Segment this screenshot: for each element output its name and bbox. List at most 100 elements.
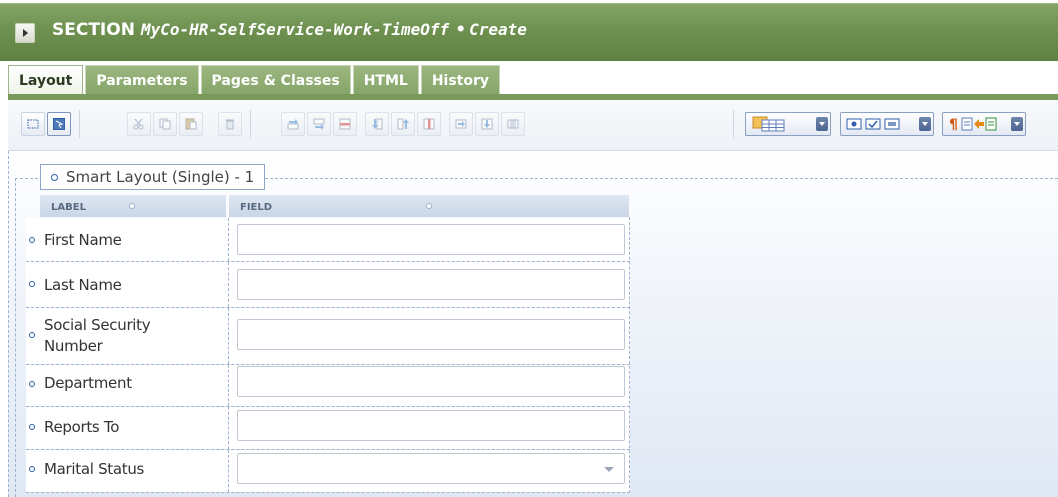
field-label-text: Marital Status [44, 460, 145, 478]
field-cell [229, 450, 630, 492]
smart-layout-title: Smart Layout (Single) - 1 [66, 168, 255, 186]
delete-icon [226, 119, 234, 130]
select-all-icon [53, 118, 65, 130]
rule-type: SECTION [52, 20, 135, 40]
delete-column-icon [423, 118, 435, 130]
field-label-text: Social Security [44, 316, 151, 334]
layout-right-boundary [629, 217, 631, 493]
row-handle[interactable] [26, 218, 41, 261]
field-label: First Name [40, 218, 229, 261]
paste-button[interactable] [179, 112, 203, 136]
row-handle[interactable] [26, 308, 41, 364]
svg-text:¶: ¶ [949, 117, 958, 132]
smart-layout-header[interactable]: Smart Layout (Single) - 1 [40, 164, 266, 190]
reports-to-input[interactable] [237, 410, 625, 441]
row-handle[interactable] [26, 262, 41, 307]
marital-status-select[interactable] [237, 453, 625, 484]
column-handle-icon[interactable] [129, 203, 135, 209]
layout-handle-icon[interactable] [51, 173, 58, 181]
layout-row[interactable]: Reports To [26, 407, 630, 450]
field-cell [229, 262, 630, 307]
field-column-header: FIELD [229, 195, 629, 217]
delete-button[interactable] [218, 112, 242, 136]
field-column-title: FIELD [240, 202, 273, 213]
rule-tabs: Layout Parameters Pages & Classes HTML H… [8, 65, 502, 95]
last-name-input[interactable] [237, 269, 625, 300]
first-name-input[interactable] [237, 224, 625, 255]
insert-row-after-icon [313, 118, 325, 130]
delete-row-button[interactable] [333, 112, 357, 136]
row-handle[interactable] [26, 450, 41, 492]
copy-button[interactable] [153, 112, 177, 136]
layout-row[interactable]: Social Security Number [26, 308, 630, 365]
layout-toolbar: ¶ [8, 100, 1058, 151]
row-handle-icon[interactable] [29, 332, 35, 338]
chevron-down-icon [604, 467, 614, 472]
move-down-icon [481, 118, 493, 130]
rule-header: SECTION MyCo-HR-SelfService-Work-TimeOff •… [0, 0, 1058, 64]
rule-name: MyCo-HR-SelfService-Work-TimeOff [140, 20, 450, 39]
insert-column-before-button[interactable] [365, 112, 389, 136]
tab-html[interactable]: HTML [352, 65, 419, 95]
field-label: Reports To [40, 407, 229, 449]
delete-column-button[interactable] [417, 112, 441, 136]
field-label-text: Department [44, 374, 132, 392]
tab-history[interactable]: History [420, 65, 501, 95]
field-label-text: Number [44, 337, 103, 355]
rule-title: SECTION MyCo-HR-SelfService-Work-TimeOff •… [52, 20, 527, 40]
field-label: Last Name [40, 262, 229, 307]
select-mode-button[interactable] [21, 112, 45, 136]
layout-row[interactable]: Department [26, 365, 630, 407]
basic-controls-dropdown-button[interactable] [840, 112, 934, 136]
row-handle[interactable] [26, 407, 41, 449]
tab-layout[interactable]: Layout [8, 65, 84, 95]
paste-icon [185, 118, 197, 130]
layout-dropdown-button[interactable] [745, 112, 831, 136]
label-column-title: LABEL [51, 202, 86, 213]
merge-columns-button[interactable] [501, 112, 525, 136]
layout-row[interactable]: Last Name [26, 262, 630, 308]
insert-column-after-button[interactable] [391, 112, 415, 136]
layout-row[interactable]: First Name [26, 218, 630, 262]
label-column-header: LABEL [40, 195, 226, 217]
toolbar-separator [250, 110, 251, 138]
field-label-text: First Name [44, 231, 122, 249]
advanced-controls-dropdown-icon: ¶ [949, 117, 997, 132]
row-handle-icon[interactable] [29, 281, 35, 287]
ssn-input[interactable] [237, 319, 625, 350]
field-cell [229, 308, 630, 364]
rule-status: Create [469, 20, 527, 39]
title-bullet: • [455, 20, 467, 40]
row-handle[interactable] [26, 365, 41, 406]
row-handle-icon[interactable] [29, 237, 35, 243]
tab-parameters[interactable]: Parameters [85, 65, 199, 95]
toolbar-separator [733, 110, 734, 138]
move-right-icon [455, 119, 467, 129]
move-right-button[interactable] [449, 112, 473, 136]
insert-row-before-button[interactable] [281, 112, 305, 136]
insert-row-after-button[interactable] [307, 112, 331, 136]
advanced-controls-dropdown-button[interactable]: ¶ [942, 112, 1026, 136]
field-label: Marital Status [40, 450, 229, 492]
copy-icon [159, 118, 171, 130]
expand-toggle-button[interactable] [15, 23, 35, 43]
chevron-down-icon [919, 117, 931, 131]
cut-button[interactable] [127, 112, 151, 136]
department-input[interactable] [237, 366, 625, 397]
layout-row[interactable]: Marital Status [26, 450, 630, 493]
insert-row-before-icon [287, 119, 299, 130]
field-label-text: Last Name [44, 276, 122, 294]
field-cell [229, 407, 630, 449]
tab-pages-classes[interactable]: Pages & Classes [200, 65, 351, 95]
row-handle-icon[interactable] [29, 424, 35, 430]
column-handle-icon[interactable] [426, 203, 432, 209]
move-down-button[interactable] [475, 112, 499, 136]
chevron-down-icon [1011, 117, 1023, 131]
field-label: Department [40, 365, 229, 406]
toolbar-separator [79, 110, 80, 138]
row-handle-icon[interactable] [29, 466, 35, 472]
layout-dropdown-icon [752, 116, 785, 132]
select-all-button[interactable] [47, 112, 71, 136]
merge-columns-icon [507, 119, 519, 129]
row-handle-icon[interactable] [29, 381, 35, 387]
